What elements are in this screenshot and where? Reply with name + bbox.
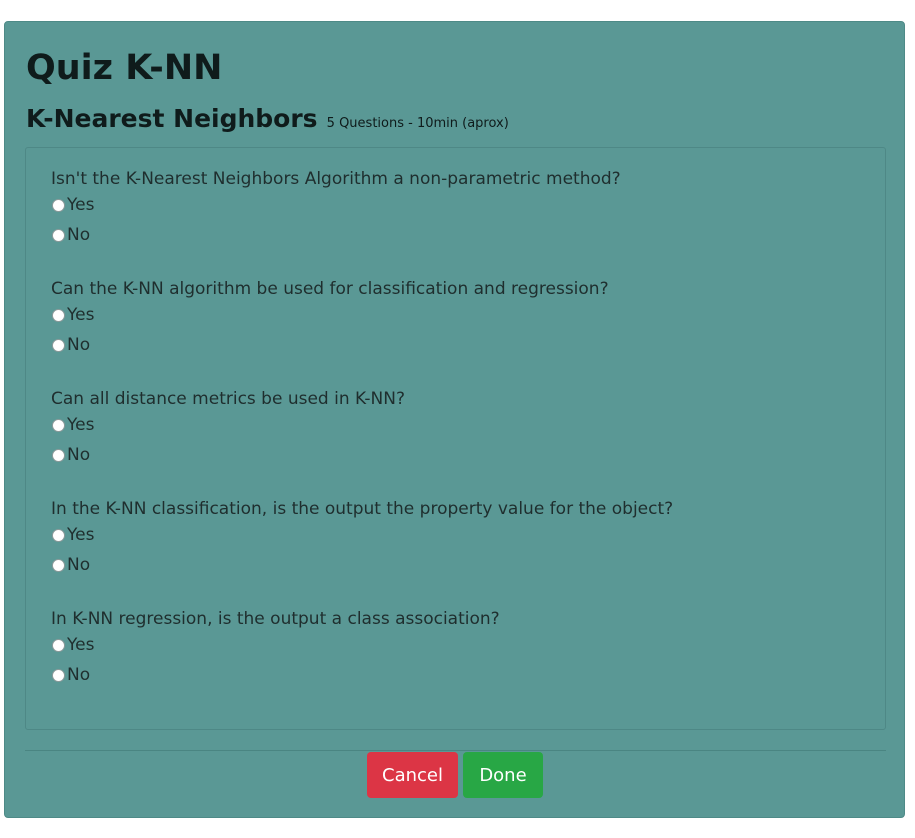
radio-button[interactable] bbox=[52, 198, 65, 212]
option-yes[interactable]: Yes bbox=[51, 630, 871, 660]
quiz-subtitle-row: K-Nearest Neighbors 5 Questions - 10min … bbox=[26, 100, 509, 138]
quiz-title: Quiz K-NN bbox=[26, 48, 223, 88]
question-2: Can the K-NN algorithm be used for class… bbox=[51, 278, 871, 360]
option-no[interactable]: No bbox=[51, 550, 871, 580]
question-4: In the K-NN classification, is the outpu… bbox=[51, 498, 871, 580]
question-text: Isn't the K-Nearest Neighbors Algorithm … bbox=[51, 169, 621, 189]
quiz-card: Quiz K-NN K-Nearest Neighbors 5 Question… bbox=[4, 21, 905, 818]
questions-panel: Isn't the K-Nearest Neighbors Algorithm … bbox=[25, 147, 886, 730]
radio-button[interactable] bbox=[52, 338, 65, 352]
radio-button[interactable] bbox=[52, 308, 65, 322]
option-label: Yes bbox=[67, 635, 95, 655]
option-label: Yes bbox=[67, 305, 95, 325]
option-label: No bbox=[67, 335, 91, 355]
radio-button[interactable] bbox=[52, 668, 65, 682]
option-label: Yes bbox=[67, 195, 95, 215]
option-no[interactable]: No bbox=[51, 440, 871, 470]
option-no[interactable]: No bbox=[51, 660, 871, 690]
option-label: No bbox=[67, 665, 91, 685]
option-yes[interactable]: Yes bbox=[51, 190, 871, 220]
option-label: No bbox=[67, 555, 91, 575]
radio-button[interactable] bbox=[52, 418, 65, 432]
footer-divider bbox=[25, 750, 886, 751]
quiz-info: 5 Questions - 10min (aprox) bbox=[326, 116, 509, 131]
radio-button[interactable] bbox=[52, 528, 65, 542]
radio-button[interactable] bbox=[52, 448, 65, 462]
question-text: Can the K-NN algorithm be used for class… bbox=[51, 279, 609, 299]
question-5: In K-NN regression, is the output a clas… bbox=[51, 608, 871, 690]
question-text: Can all distance metrics be used in K-NN… bbox=[51, 389, 405, 409]
option-no[interactable]: No bbox=[51, 220, 871, 250]
radio-button[interactable] bbox=[52, 558, 65, 572]
option-no[interactable]: No bbox=[51, 330, 871, 360]
question-3: Can all distance metrics be used in K-NN… bbox=[51, 388, 871, 470]
cancel-button[interactable]: Cancel bbox=[367, 752, 458, 798]
option-label: Yes bbox=[67, 525, 95, 545]
option-yes[interactable]: Yes bbox=[51, 300, 871, 330]
quiz-subtitle: K-Nearest Neighbors bbox=[26, 104, 318, 133]
question-text: In the K-NN classification, is the outpu… bbox=[51, 499, 674, 519]
option-label: Yes bbox=[67, 415, 95, 435]
option-yes[interactable]: Yes bbox=[51, 520, 871, 550]
radio-button[interactable] bbox=[52, 228, 65, 242]
question-1: Isn't the K-Nearest Neighbors Algorithm … bbox=[51, 168, 871, 250]
radio-button[interactable] bbox=[52, 638, 65, 652]
option-label: No bbox=[67, 445, 91, 465]
done-button[interactable]: Done bbox=[463, 752, 543, 798]
option-yes[interactable]: Yes bbox=[51, 410, 871, 440]
question-text: In K-NN regression, is the output a clas… bbox=[51, 609, 500, 629]
option-label: No bbox=[67, 225, 91, 245]
